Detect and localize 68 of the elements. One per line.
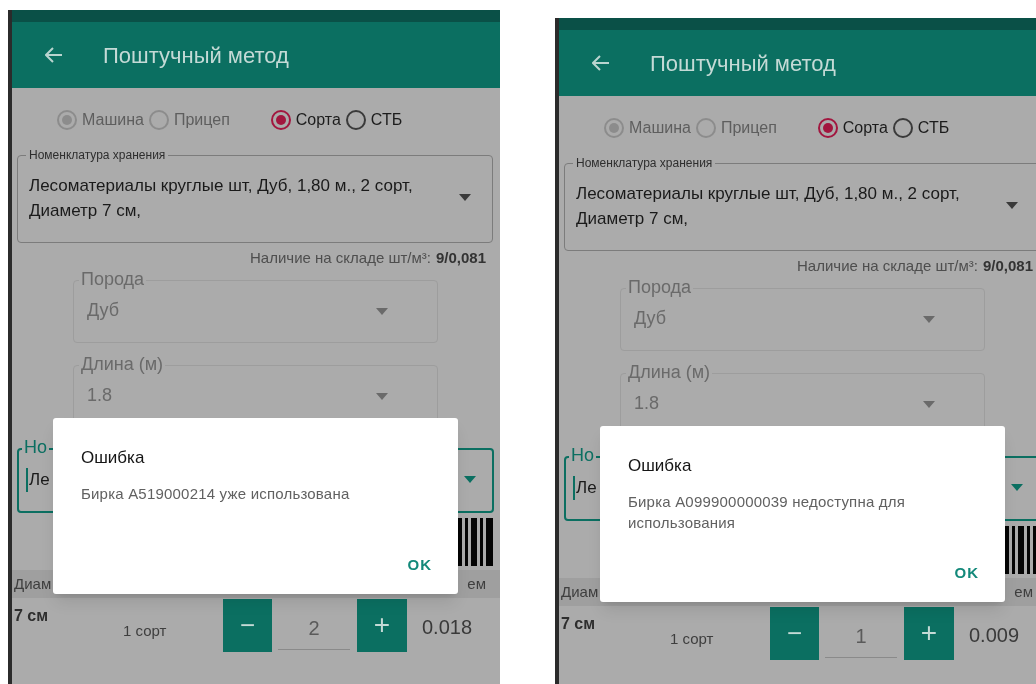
field-value: 1.8 — [87, 384, 113, 407]
table-cell-text: 1 сорт — [123, 620, 168, 641]
screen-title: Поштучный метод — [650, 49, 836, 78]
stock-value: 9/0,081 — [982, 255, 1033, 276]
radio-option[interactable]: Сорта — [269, 108, 341, 132]
radio-option[interactable]: СТБ — [891, 116, 950, 140]
radio-selected-icon[interactable] — [269, 109, 292, 131]
minus-button[interactable]: − — [223, 598, 272, 652]
stock-value: 9/0,081 — [435, 247, 486, 268]
quantity-field[interactable]: 1 — [825, 614, 897, 658]
table-cell-text: 7 см — [561, 614, 596, 634]
radio-label: Прицеп — [720, 118, 777, 138]
plus-button[interactable]: + — [357, 598, 407, 652]
ok-button[interactable]: OK — [401, 551, 438, 578]
dialog-title: Ошибка — [628, 455, 693, 477]
field-value: Лесоматериалы круглые шт, Дуб, 1,80 м., 2 сорт, Диаметр 7 см, — [29, 175, 414, 222]
ok-button[interactable]: OK — [948, 559, 985, 586]
stock-label: Наличие на складе шт/м³: — [797, 255, 978, 276]
field-value: Ле — [576, 477, 597, 499]
barcode-icon[interactable] — [1002, 526, 1036, 574]
column-header: Диам — [14, 573, 52, 594]
table-cell-text: 0.009 — [969, 623, 1020, 648]
dialog-message: Бирка A519000214 уже использована — [81, 483, 351, 504]
radio-icon[interactable] — [891, 117, 914, 139]
quantity-field[interactable]: 2 — [278, 606, 350, 650]
radio-label: Сорта — [842, 118, 888, 138]
screen-title: Поштучный метод — [103, 41, 289, 70]
dropdown-caret-icon — [923, 316, 935, 323]
radio-label: СТБ — [370, 110, 403, 130]
table-cell-text: 0.018 — [422, 615, 473, 640]
column-header: ем — [1014, 581, 1033, 602]
dropdown-caret-icon — [1011, 484, 1023, 491]
table-cell-text: 7 см — [14, 606, 49, 626]
dropdown-caret-icon — [923, 401, 935, 408]
dialog-title: Ошибка — [81, 447, 146, 469]
field-label: Номенклатура хранения — [26, 147, 169, 163]
field-value: 1.8 — [634, 392, 660, 415]
radio-option[interactable]: СТБ — [344, 108, 403, 132]
barcode-icon[interactable] — [455, 518, 495, 566]
radio-label: СТБ — [917, 118, 950, 138]
radio-selected-icon[interactable] — [816, 117, 839, 139]
plus-button[interactable]: + — [904, 606, 954, 660]
radio-label: Машина — [629, 118, 691, 138]
radio-label: Машина — [82, 110, 144, 130]
field-value: Ле — [29, 469, 50, 491]
radio-option[interactable]: Сорта — [816, 116, 888, 140]
radio-label: Прицеп — [173, 110, 230, 130]
dropdown-caret-icon — [464, 476, 476, 483]
text-cursor — [26, 468, 28, 492]
column-header: ем — [467, 573, 486, 594]
back-arrow-icon[interactable] — [45, 47, 63, 63]
dropdown-caret-icon — [1006, 202, 1018, 209]
back-arrow-icon[interactable] — [592, 55, 610, 71]
dropdown-caret-icon — [376, 308, 388, 315]
field-value: Лесоматериалы круглые шт, Дуб, 1,80 м., 2 сорт, Диаметр 7 см, — [576, 183, 961, 230]
text-cursor — [573, 476, 575, 500]
table-cell-text: 1 сорт — [670, 628, 715, 649]
dropdown-caret-icon — [376, 393, 388, 400]
field-value: Дуб — [634, 307, 667, 330]
column-header: Диам — [561, 581, 599, 602]
field-label: Номенклатура хранения — [573, 155, 716, 171]
minus-button[interactable]: − — [770, 606, 819, 660]
stock-label: Наличие на складе шт/м³: — [250, 247, 431, 268]
dropdown-caret-icon — [459, 194, 471, 201]
radio-icon[interactable] — [344, 109, 367, 131]
dialog-message: Бирка A099900000039 недоступна для использования — [628, 491, 907, 533]
radio-label: Сорта — [295, 110, 341, 130]
field-value: Дуб — [87, 299, 120, 322]
